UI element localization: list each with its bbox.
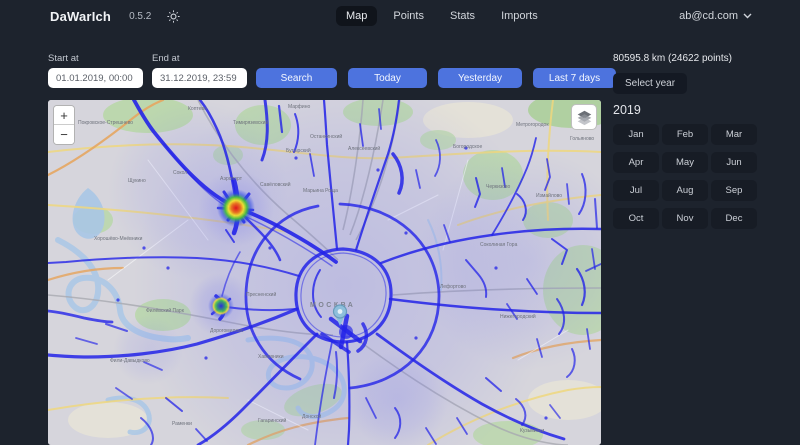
start-at-label: Start at bbox=[48, 53, 143, 64]
end-at-label: End at bbox=[152, 53, 247, 64]
heat-spot-south bbox=[208, 293, 234, 319]
month-button-jul[interactable]: Jul bbox=[613, 180, 659, 201]
year-sidebar: 80595.8 km (24622 points) Select year 20… bbox=[613, 53, 765, 229]
svg-text:Дорогомилово: Дорогомилово bbox=[210, 328, 244, 334]
chevron-down-icon bbox=[743, 13, 752, 19]
svg-text:Нижегородский: Нижегородский bbox=[500, 313, 536, 320]
svg-text:Хорошёво-Мнёвники: Хорошёво-Мнёвники bbox=[94, 236, 143, 242]
nav-tab-points[interactable]: Points bbox=[383, 6, 434, 26]
svg-text:Метрогородок: Метрогородок bbox=[516, 122, 549, 128]
layers-icon bbox=[576, 109, 593, 126]
svg-text:Раменки: Раменки bbox=[172, 421, 192, 427]
svg-text:Черкизово: Черкизово bbox=[486, 184, 510, 190]
search-button[interactable]: Search bbox=[256, 68, 337, 88]
app-logo: DaWarIch bbox=[50, 9, 111, 24]
svg-text:Соколиная Гора: Соколиная Гора bbox=[480, 242, 518, 248]
svg-text:Тимирязевский: Тимирязевский bbox=[233, 119, 268, 126]
start-at-field-group: Start at bbox=[48, 53, 143, 88]
end-at-field-group: End at bbox=[152, 53, 247, 88]
end-at-input[interactable] bbox=[152, 68, 247, 88]
svg-text:Покровское-Стрешнево: Покровское-Стрешнево bbox=[78, 120, 133, 126]
svg-text:Марьина Роща: Марьина Роща bbox=[303, 188, 338, 194]
svg-text:Щукино: Щукино bbox=[128, 178, 146, 184]
nav-tab-imports[interactable]: Imports bbox=[491, 6, 548, 26]
month-button-aug[interactable]: Aug bbox=[662, 180, 708, 201]
svg-text:Гагаринский: Гагаринский bbox=[258, 417, 287, 424]
start-at-input[interactable] bbox=[48, 68, 143, 88]
date-filter-toolbar: Start at End at Search Today Yesterday L… bbox=[48, 53, 616, 88]
user-email: ab@cd.com bbox=[679, 10, 738, 22]
last-7-days-button[interactable]: Last 7 days bbox=[533, 68, 616, 88]
svg-text:Фили-Давыдково: Фили-Давыдково bbox=[110, 358, 150, 364]
svg-text:Кузьминки: Кузьминки bbox=[520, 428, 544, 434]
zoom-in-button[interactable]: + bbox=[54, 106, 74, 125]
main-nav: Map Points Stats Imports bbox=[336, 0, 548, 32]
svg-text:Гольяново: Гольяново bbox=[570, 136, 594, 142]
svg-text:Богородское: Богородское bbox=[453, 144, 482, 150]
app-version: 0.5.2 bbox=[129, 11, 151, 22]
month-grid: Jan Feb Mar Apr May Jun Jul Aug Sep Oct … bbox=[613, 124, 765, 229]
svg-text:Измайлово: Измайлово bbox=[536, 192, 562, 199]
user-menu[interactable]: ab@cd.com bbox=[679, 10, 752, 22]
month-button-jun[interactable]: Jun bbox=[711, 152, 757, 173]
svg-text:Филёвский Парк: Филёвский Парк bbox=[146, 307, 185, 314]
map-canvas[interactable]: Покровское-Стрешнево Коптево Тимирязевск… bbox=[48, 100, 601, 445]
today-button[interactable]: Today bbox=[348, 68, 427, 88]
map-zoom-control: + − bbox=[53, 105, 75, 145]
month-button-apr[interactable]: Apr bbox=[613, 152, 659, 173]
theme-toggle-button[interactable] bbox=[167, 10, 180, 23]
month-button-sep[interactable]: Sep bbox=[711, 180, 757, 201]
nav-tab-map[interactable]: Map bbox=[336, 6, 377, 26]
svg-text:Донской: Донской bbox=[302, 413, 322, 420]
svg-text:Бутырский: Бутырский bbox=[286, 147, 311, 154]
select-year-button[interactable]: Select year bbox=[613, 73, 687, 94]
year-heading: 2019 bbox=[613, 103, 765, 117]
map-container[interactable]: + − bbox=[48, 100, 601, 445]
nav-tab-stats[interactable]: Stats bbox=[440, 6, 485, 26]
month-button-oct[interactable]: Oct bbox=[613, 208, 659, 229]
month-button-nov[interactable]: Nov bbox=[662, 208, 708, 229]
svg-text:Марфино: Марфино bbox=[288, 104, 310, 110]
svg-text:Аэропорт: Аэропорт bbox=[220, 176, 243, 182]
distance-stats: 80595.8 km (24622 points) bbox=[613, 53, 765, 64]
sun-icon bbox=[167, 10, 180, 23]
svg-text:Останкинский: Останкинский bbox=[310, 133, 342, 140]
svg-text:Лефортово: Лефортово bbox=[440, 284, 466, 290]
yesterday-button[interactable]: Yesterday bbox=[438, 68, 522, 88]
svg-text:Савёловский: Савёловский bbox=[260, 181, 291, 188]
month-button-mar[interactable]: Mar bbox=[711, 124, 757, 145]
heat-spot-north bbox=[217, 189, 255, 227]
navbar: DaWarIch 0.5.2 Map Points Stats Imports … bbox=[0, 0, 800, 32]
svg-text:Хамовники: Хамовники bbox=[258, 354, 284, 360]
month-button-jan[interactable]: Jan bbox=[613, 124, 659, 145]
city-label: МОСКВА bbox=[310, 302, 355, 309]
layers-control-button[interactable] bbox=[571, 104, 597, 130]
svg-text:Алексеевский: Алексеевский bbox=[348, 145, 380, 152]
month-button-feb[interactable]: Feb bbox=[662, 124, 708, 145]
svg-text:Коптево: Коптево bbox=[188, 106, 207, 112]
svg-text:Сокол: Сокол bbox=[173, 170, 187, 176]
month-button-dec[interactable]: Dec bbox=[711, 208, 757, 229]
svg-text:Пресненский: Пресненский bbox=[246, 291, 276, 298]
month-button-may[interactable]: May bbox=[662, 152, 708, 173]
zoom-out-button[interactable]: − bbox=[54, 125, 74, 144]
